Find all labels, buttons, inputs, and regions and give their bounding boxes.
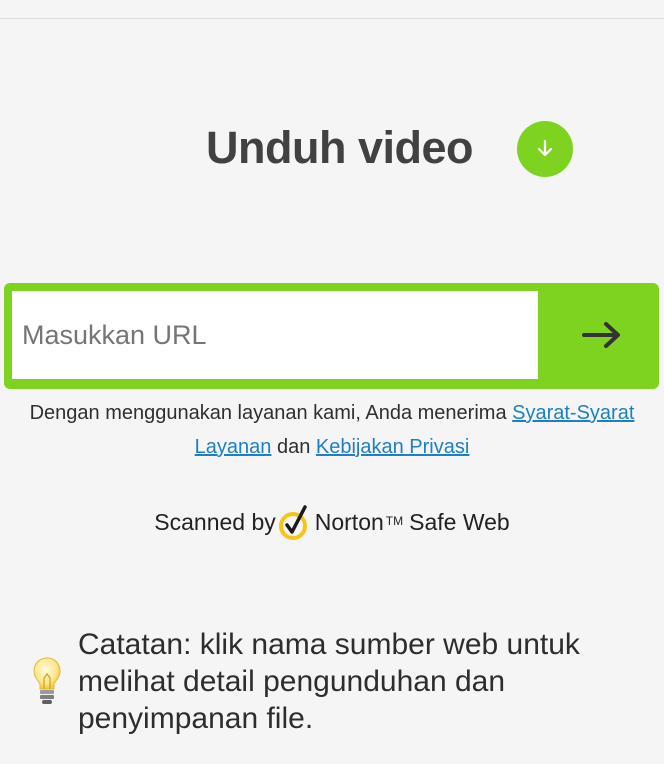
norton-check-icon [278,502,312,542]
norton-prefix: Scanned by [154,508,276,535]
url-form [4,283,659,389]
top-divider [0,18,664,19]
arrow-right-icon [581,320,623,355]
terms-middle: dan [271,436,316,458]
submit-button[interactable] [550,303,654,371]
norton-badge: Scanned by Norton TM Safe Web [0,500,664,544]
download-note: Catatan: klik nama sumber web untuk meli… [32,626,652,736]
note-text: Catatan: klik nama sumber web untuk meli… [78,628,580,735]
url-input[interactable] [12,291,538,379]
lightbulb-icon [32,656,62,708]
terms-notice: Dengan menggunakan layanan kami, Anda me… [20,396,644,464]
page-title: Unduh video [206,122,473,173]
download-arrow-icon [517,121,573,177]
norton-suffix: Safe Web [409,508,510,535]
page-header: Unduh video [0,118,664,178]
norton-trademark: TM [385,514,404,528]
terms-prefix: Dengan menggunakan layanan kami, Anda me… [29,402,513,424]
privacy-policy-link[interactable]: Kebijakan Privasi [316,436,469,458]
norton-brand: Norton [314,508,384,535]
